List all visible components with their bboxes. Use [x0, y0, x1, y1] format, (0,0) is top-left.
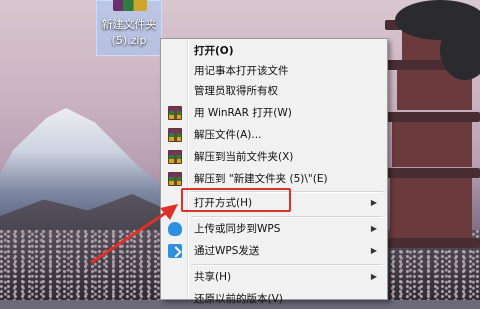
menu-item-extract-here[interactable]: 解压到当前文件夹(X) — [163, 147, 385, 167]
chevron-right-icon: ▶ — [370, 198, 377, 207]
menu-separator — [191, 216, 383, 218]
wps-send-icon — [168, 244, 182, 258]
menu-item-open-winrar[interactable]: 用 WinRAR 打开(W) — [163, 103, 385, 123]
chevron-right-icon: ▶ — [370, 272, 377, 281]
highlight-box — [181, 188, 291, 212]
zip-file-icon[interactable]: 新建文件夹 (5).zip — [96, 0, 162, 56]
menu-item-open-notepad[interactable]: 用记事本打开该文件 — [163, 61, 385, 81]
winrar-archive-icon — [113, 0, 147, 11]
menu-item-wps-sync[interactable]: 上传或同步到WPS ▶ — [163, 219, 385, 239]
winrar-icon — [168, 106, 182, 120]
menu-item-extract-files[interactable]: 解压文件(A)... — [163, 125, 385, 145]
context-menu: 打开(O) 用记事本打开该文件 管理员取得所有权 用 WinRAR 打开(W) … — [160, 38, 388, 305]
menu-item-restore-versions[interactable]: 还原以前的版本(V) — [163, 289, 385, 309]
menu-item-share[interactable]: 共享(H) ▶ — [163, 267, 385, 287]
chevron-right-icon: ▶ — [370, 246, 377, 255]
menu-item-take-ownership[interactable]: 管理员取得所有权 — [163, 81, 385, 101]
file-label: 新建文件夹 (5).zip — [101, 18, 157, 47]
winrar-icon — [168, 128, 182, 142]
chevron-right-icon: ▶ — [370, 224, 377, 233]
menu-item-wps-send[interactable]: 通过WPS发送 ▶ — [163, 241, 385, 261]
wps-cloud-icon — [168, 222, 182, 236]
menu-separator — [191, 264, 383, 266]
winrar-icon — [168, 150, 182, 164]
winrar-icon — [168, 172, 182, 186]
menu-item-extract-to-folder[interactable]: 解压到 "新建文件夹 (5)\"(E) — [163, 169, 385, 189]
menu-item-open[interactable]: 打开(O) — [163, 41, 385, 61]
